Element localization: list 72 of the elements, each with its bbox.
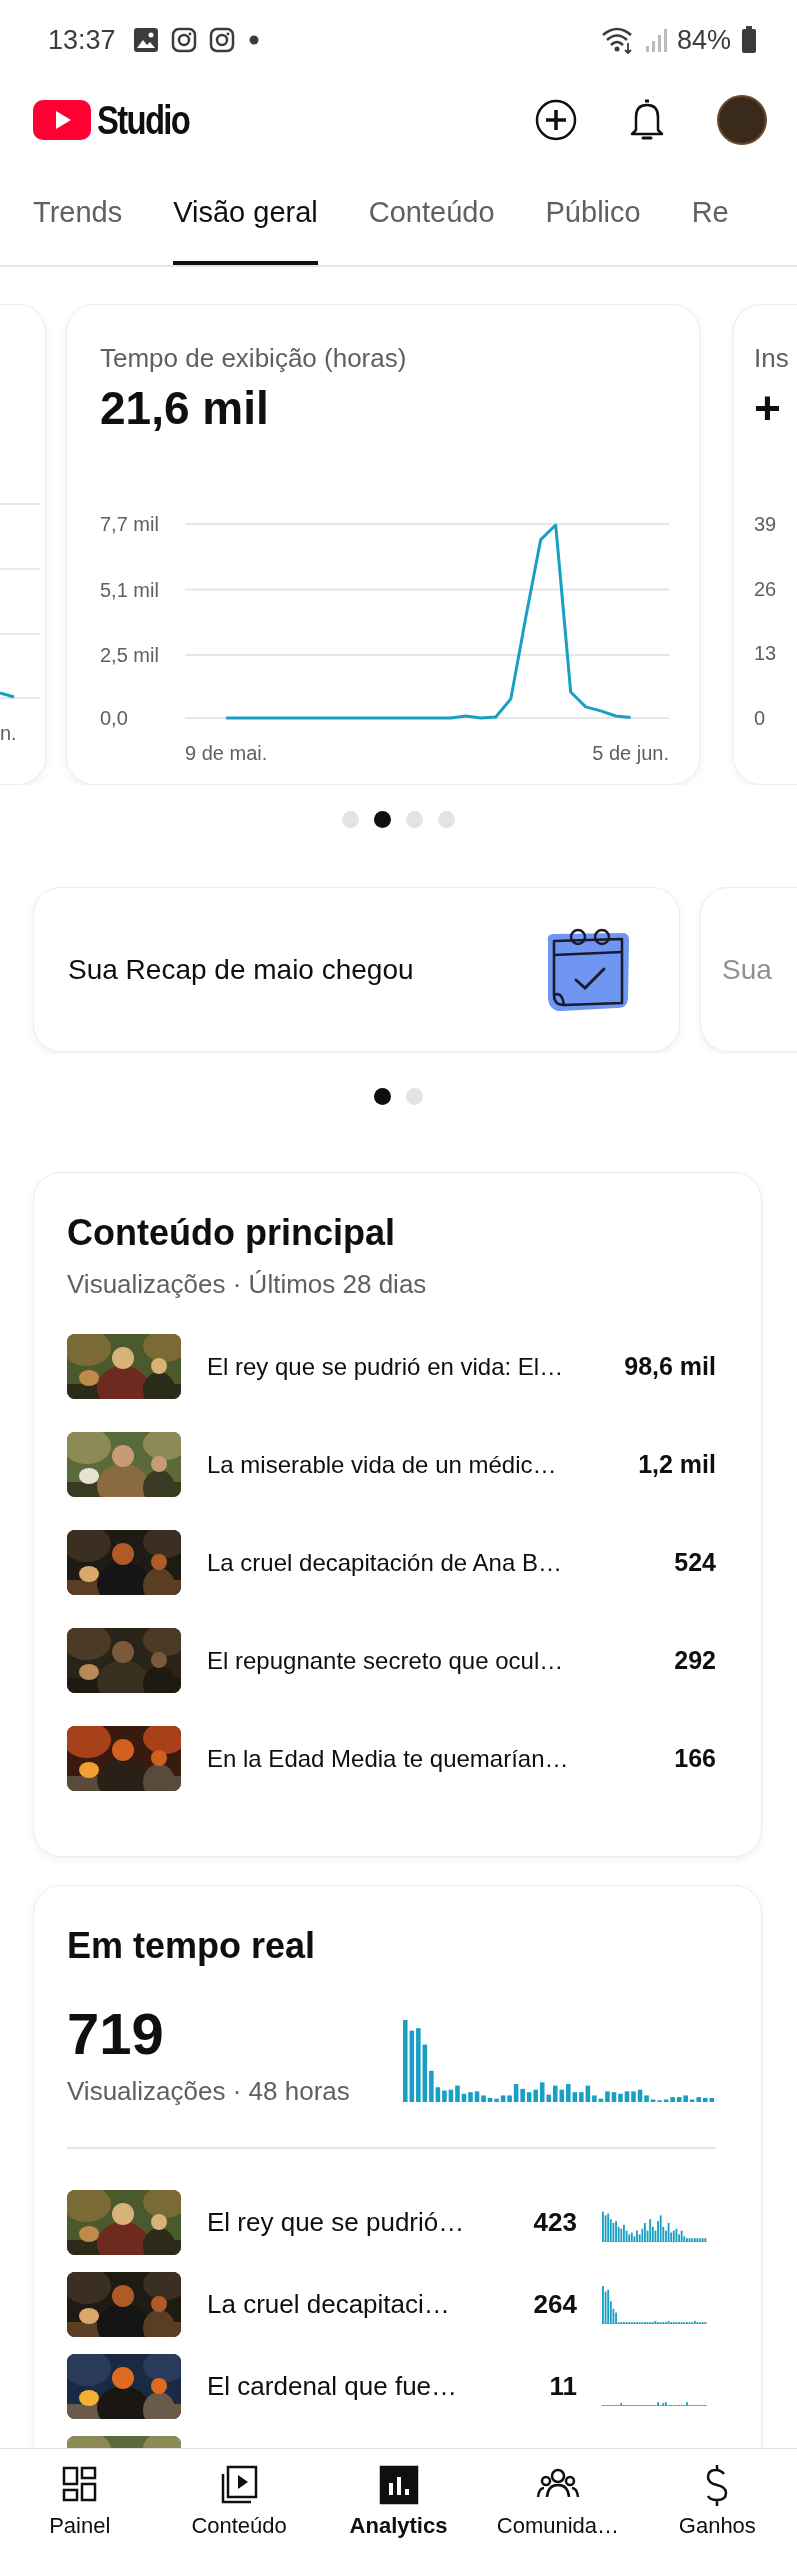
view-count: 292 (674, 1646, 716, 1675)
axis-label: 5,1 mil (100, 578, 159, 601)
status-time: 13:37 (48, 24, 116, 56)
page-dot[interactable] (406, 811, 423, 828)
video-title[interactable]: El cardenal que fue… (207, 2371, 477, 2402)
axis-label: 26 (754, 577, 777, 600)
card-subtitle: Visualizações · Últimos 28 dias (67, 1268, 428, 1301)
nav-item[interactable]: Comunida… (478, 2449, 638, 2560)
notifications-icon[interactable] (629, 98, 665, 142)
page-dot[interactable] (374, 811, 391, 828)
page-dot[interactable] (406, 1088, 423, 1105)
recap-title: Sua (722, 953, 772, 986)
recap-title: Sua Recap de maio chegou (68, 953, 414, 986)
play-logo-icon (33, 100, 91, 140)
page-dot[interactable] (374, 1088, 391, 1105)
video-title[interactable]: El rey que se pudrió en vida: El… (207, 1352, 615, 1381)
metric-title: Tempo de exibição (horas) (100, 342, 408, 375)
metric-value: + (754, 381, 782, 436)
battery-icon (741, 25, 757, 55)
metric-value: 21,6 mil (100, 381, 270, 436)
axis-label: 0 (754, 707, 766, 730)
battery-level: 84% (676, 24, 731, 56)
video-title[interactable]: El repugnante secreto que ocul… (207, 1646, 665, 1675)
app-title: Studio (97, 97, 190, 143)
view-count: 264 (532, 2289, 577, 2320)
axis-label: 7,7 mil (100, 513, 159, 535)
tab[interactable]: Público (545, 160, 641, 265)
tab[interactable]: Conteúdo (368, 160, 495, 265)
video-title[interactable]: La cruel decapitación de Ana B… (207, 1548, 665, 1577)
axis-label: 2,5 mil (100, 644, 159, 666)
view-count: 524 (674, 1548, 716, 1577)
axis-label: 5 de jun. (592, 742, 669, 764)
view-total: 719 (67, 2001, 165, 2067)
nav-item[interactable]: Conteúdo (159, 2449, 319, 2560)
view-count: 11 (548, 2371, 577, 2402)
video-title[interactable]: La cruel decapitaci… (207, 2289, 477, 2320)
wifi-icon (600, 25, 635, 55)
signal-icon (644, 26, 667, 54)
tab[interactable]: Visão geral (173, 160, 318, 265)
chart-line (0, 691, 15, 699)
image-icon (131, 26, 160, 54)
axis-label: 39 (754, 513, 777, 535)
add-icon[interactable] (535, 99, 577, 141)
axis-label: 9 de mai. (185, 742, 268, 764)
video-title[interactable]: El rey que se pudrió… (207, 2207, 477, 2238)
nav-item[interactable]: Ganhos (637, 2449, 797, 2560)
metric-card[interactable]: Ins + 39 26 13 0 (733, 304, 797, 785)
axis-label: n. (0, 722, 17, 744)
camera-icon (207, 26, 236, 54)
video-title[interactable]: La miserable vida de un médic… (207, 1450, 629, 1479)
card-subtitle: Visualizações · 48 horas (67, 2075, 350, 2108)
tab[interactable]: Trends (33, 160, 123, 265)
metric-title: Ins (754, 342, 790, 375)
metric-card[interactable]: Tempo de exibição (horas) 21,6 mil 7,7 mil 5,1 mil 2,5 mil 0,0 9 de mai. 5 de jun. (66, 304, 700, 785)
metric-card[interactable]: n. (0, 304, 46, 785)
view-count: 166 (674, 1744, 716, 1773)
nav-item[interactable]: Painel (0, 2449, 160, 2560)
card-title: Em tempo real (67, 1924, 317, 1968)
page-dot[interactable] (438, 811, 455, 828)
page-dot[interactable] (342, 811, 359, 828)
video-title[interactable]: En la Edad Media te quemarían… (207, 1744, 665, 1773)
axis-label: 0,0 (100, 707, 128, 729)
tab[interactable]: Re (691, 160, 729, 265)
avatar[interactable] (717, 95, 767, 145)
camera-icon (169, 26, 198, 54)
axis-label: 13 (754, 642, 777, 665)
card-title: Conteúdo principal (67, 1211, 396, 1255)
nav-item[interactable]: Analytics (318, 2449, 479, 2560)
recap-card[interactable]: Sua Recap de maio chegou (33, 887, 680, 1052)
view-count: 423 (532, 2207, 577, 2238)
view-count: 1,2 mil (638, 1450, 716, 1479)
view-count: 98,6 mil (624, 1352, 716, 1381)
